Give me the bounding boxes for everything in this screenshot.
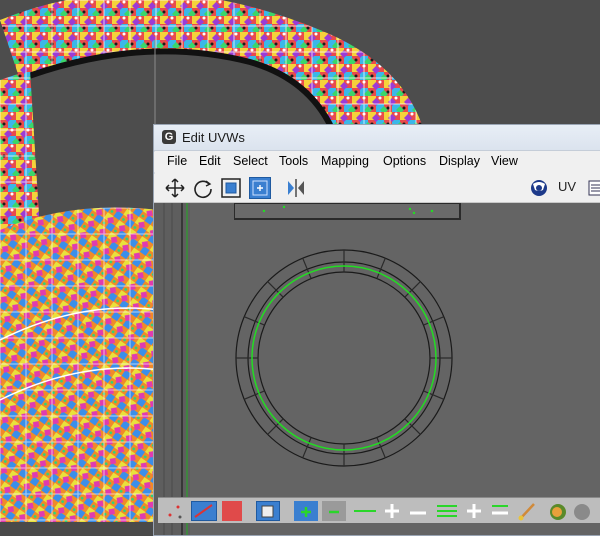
sphere-icon[interactable] <box>546 501 594 521</box>
toolbar: UV <box>154 174 600 203</box>
scale-icon[interactable] <box>220 177 242 199</box>
mirror-icon[interactable] <box>285 177 307 199</box>
freeform-icon[interactable] <box>249 177 271 199</box>
menu-edit[interactable]: Edit <box>199 154 221 168</box>
menu-bar: File Edit Select Tools Mapping Options D… <box>154 152 600 172</box>
uv-island-strip[interactable] <box>234 203 464 223</box>
uv-ring-island[interactable] <box>224 238 464 478</box>
contract-icon[interactable] <box>462 501 512 521</box>
uv-editor-canvas[interactable] <box>154 203 600 535</box>
menu-mapping[interactable]: Mapping <box>321 154 369 168</box>
move-icon[interactable] <box>164 177 186 199</box>
loop-icon[interactable] <box>352 501 378 521</box>
uv-label[interactable]: UV <box>558 179 576 194</box>
grow-select-icon[interactable] <box>294 501 318 521</box>
expand-icon[interactable] <box>434 501 460 521</box>
menu-options[interactable]: Options <box>383 154 426 168</box>
list-icon[interactable] <box>586 177 600 199</box>
paint-select-icon[interactable] <box>516 501 540 521</box>
menu-view[interactable]: View <box>491 154 518 168</box>
face-select-icon[interactable] <box>222 501 242 521</box>
menu-file[interactable]: File <box>167 154 187 168</box>
shrink-select-icon[interactable] <box>322 501 346 521</box>
rotate-icon[interactable] <box>192 177 214 199</box>
element-select-icon[interactable] <box>256 501 280 521</box>
menu-tools[interactable]: Tools <box>279 154 308 168</box>
ring-icon[interactable] <box>380 501 430 521</box>
3dsmax-icon: G <box>162 130 176 144</box>
title-bar[interactable]: G Edit UVWs <box>154 125 600 151</box>
checker-map-icon[interactable] <box>528 177 550 199</box>
edit-uvws-window[interactable]: G Edit UVWs File Edit Select Tools Mappi… <box>153 124 600 536</box>
window-title: Edit UVWs <box>182 130 245 145</box>
edge-select-icon[interactable] <box>191 501 217 521</box>
bottom-toolbar <box>158 497 600 523</box>
vertex-select-icon[interactable] <box>164 501 186 521</box>
menu-display[interactable]: Display <box>439 154 480 168</box>
menu-select[interactable]: Select <box>233 154 268 168</box>
left-ruler <box>154 203 190 535</box>
